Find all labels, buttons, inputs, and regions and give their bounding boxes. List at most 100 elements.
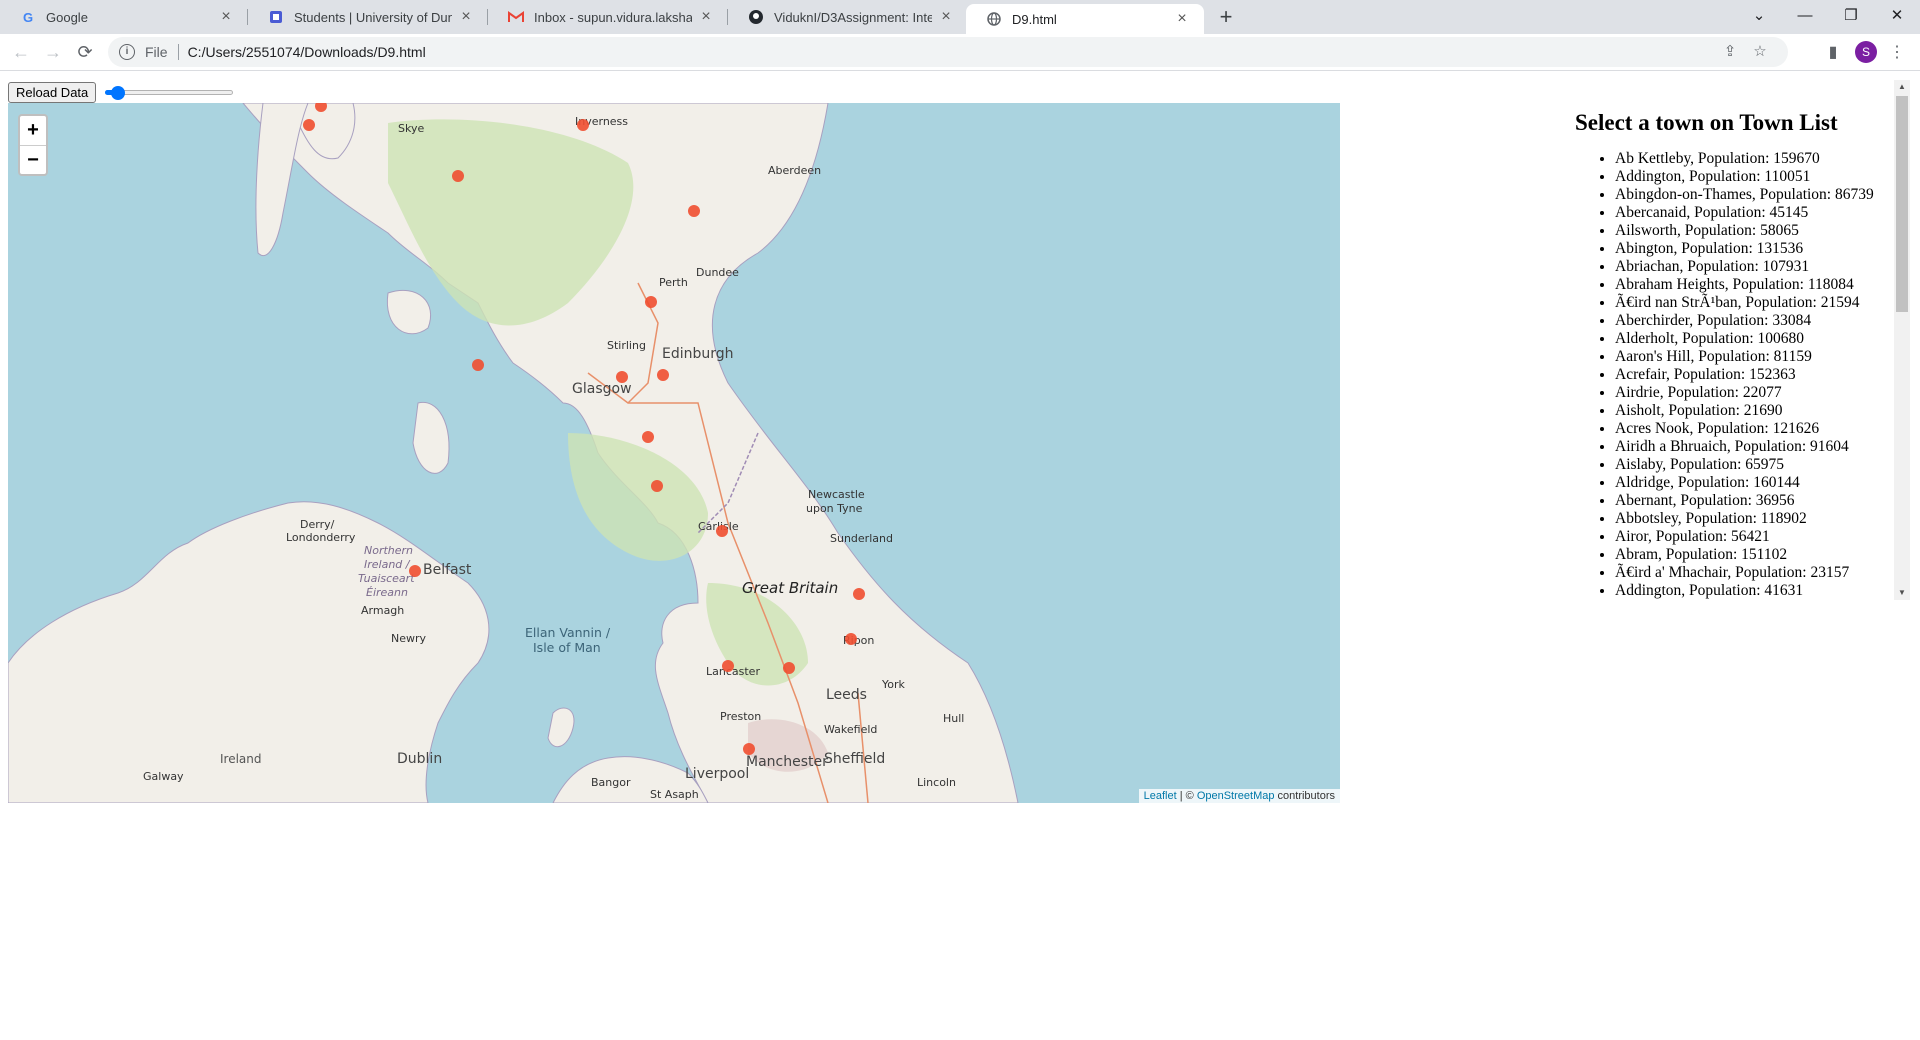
bookmark-star-icon[interactable]: ☆ — [1750, 42, 1770, 62]
town-list-item[interactable]: Abington, Population: 131536 — [1615, 240, 1894, 258]
github-icon — [748, 9, 764, 25]
town-marker[interactable] — [722, 660, 734, 672]
town-marker[interactable] — [642, 431, 654, 443]
town-list-item[interactable]: Aislaby, Population: 65975 — [1615, 456, 1894, 474]
zoom-out-button[interactable]: − — [20, 146, 46, 175]
town-list-item[interactable]: Acrefair, Population: 152363 — [1615, 366, 1894, 384]
osm-link[interactable]: OpenStreetMap — [1197, 790, 1275, 802]
town-marker[interactable] — [716, 525, 728, 537]
town-list-item[interactable]: Aldridge, Population: 160144 — [1615, 474, 1894, 492]
map[interactable]: Skye Inverness Aberdeen Dundee Perth Sti… — [8, 103, 1340, 803]
map-label-sunderland: Sunderland — [830, 532, 893, 545]
town-marker[interactable] — [651, 480, 663, 492]
town-list-item[interactable]: Airor, Population: 56421 — [1615, 528, 1894, 546]
town-marker[interactable] — [409, 565, 421, 577]
info-icon[interactable]: i — [119, 44, 135, 60]
town-marker[interactable] — [783, 662, 795, 674]
map-label-newcastle: Newcastle — [808, 488, 865, 501]
town-list-scrollbar[interactable]: ▲ ▼ — [1894, 80, 1910, 600]
forward-arrow-icon[interactable]: → — [39, 38, 67, 66]
town-marker[interactable] — [853, 588, 865, 600]
town-list-item[interactable]: Abriachan, Population: 107931 — [1615, 258, 1894, 276]
tab-google[interactable]: G Google × — [0, 0, 248, 34]
town-marker[interactable] — [452, 170, 464, 182]
slider-thumb[interactable] — [110, 86, 125, 100]
town-marker[interactable] — [303, 119, 315, 131]
reload-data-button[interactable]: Reload Data — [8, 82, 97, 103]
mull-island — [386, 289, 432, 335]
town-list-item[interactable]: Ã€ird a' Mhachair, Population: 23157 — [1615, 564, 1894, 582]
scrollbar-thumb[interactable] — [1896, 96, 1908, 312]
close-tab-icon[interactable]: × — [218, 8, 234, 26]
tab-gmail[interactable]: Inbox - supun.vidura.lakshan@gm... × — [488, 0, 728, 34]
tab-title: D9.html — [1012, 11, 1057, 27]
menu-kebab-icon[interactable]: ⋮ — [1886, 42, 1908, 64]
new-tab-button[interactable]: + — [1212, 6, 1240, 30]
tab-dundee[interactable]: Students | University of Dundee, ... × — [248, 0, 488, 34]
town-list-item[interactable]: Abbotsley, Population: 118902 — [1615, 510, 1894, 528]
close-tab-icon[interactable]: × — [1174, 10, 1190, 28]
restore-button[interactable]: ❐ — [1828, 0, 1874, 30]
address-divider — [177, 44, 179, 60]
side-panel-icon[interactable]: ▮ — [1822, 42, 1844, 64]
town-list-item[interactable]: Acres Nook, Population: 121626 — [1615, 420, 1894, 438]
town-list-item[interactable]: Airdrie, Population: 22077 — [1615, 384, 1894, 402]
town-list-panel[interactable]: Select a town on Town List Ab Kettleby, … — [1560, 80, 1894, 600]
slider[interactable] — [105, 86, 233, 100]
globe-icon — [986, 11, 1002, 27]
town-list-item[interactable]: Airidh a Bhruaich, Population: 91604 — [1615, 438, 1894, 456]
close-tab-icon[interactable]: × — [698, 8, 714, 26]
town-list-item[interactable]: Ab Kettleby, Population: 159670 — [1615, 150, 1894, 168]
close-tab-icon[interactable]: × — [458, 8, 474, 26]
town-list-item[interactable]: Abernant, Population: 36956 — [1615, 492, 1894, 510]
town-list-item[interactable]: Ailsworth, Population: 58065 — [1615, 222, 1894, 240]
town-list-item[interactable]: Aberchirder, Population: 33084 — [1615, 312, 1894, 330]
tab-title: ViduknI/D3Assignment: Interacti... — [774, 9, 932, 25]
minimize-button[interactable]: — — [1782, 0, 1828, 30]
town-list-item[interactable]: Abingdon-on-Thames, Population: 86739 — [1615, 186, 1894, 204]
town-marker[interactable] — [577, 119, 589, 131]
map-label-northern-ireland-3: Tuaisceart — [358, 572, 415, 585]
profile-avatar[interactable]: S — [1855, 41, 1877, 63]
tab-search-icon[interactable]: ⌄ — [1736, 0, 1782, 30]
town-marker[interactable] — [743, 743, 755, 755]
address-bar[interactable]: i File C:/Users/2551074/Downloads/D9.htm… — [108, 37, 1788, 67]
town-marker[interactable] — [616, 371, 628, 383]
back-arrow-icon[interactable]: ← — [7, 38, 35, 66]
map-label-sheffield: Sheffield — [824, 751, 885, 767]
map-label-manchester: Manchester — [746, 754, 828, 770]
tab-title: Google — [46, 9, 88, 25]
leaflet-link[interactable]: Leaflet — [1144, 790, 1177, 802]
town-marker[interactable] — [472, 359, 484, 371]
town-marker[interactable] — [645, 296, 657, 308]
town-list-item[interactable]: Aaron's Hill, Population: 81159 — [1615, 348, 1894, 366]
map-label-hull: Hull — [943, 712, 964, 725]
map-label-edinburgh: Edinburgh — [662, 346, 734, 362]
town-marker[interactable] — [845, 633, 857, 645]
town-list-item[interactable]: Abraham Heights, Population: 118084 — [1615, 276, 1894, 294]
town-list-item[interactable]: Addington, Population: 41631 — [1615, 582, 1894, 600]
town-list-item[interactable]: Aisholt, Population: 21690 — [1615, 402, 1894, 420]
town-marker[interactable] — [688, 205, 700, 217]
town-list-item[interactable]: Abercanaid, Population: 45145 — [1615, 204, 1894, 222]
share-icon[interactable]: ⇪ — [1720, 42, 1740, 62]
map-attribution: Leaflet | © OpenStreetMap contributors — [1138, 789, 1340, 803]
town-list-item[interactable]: Ã€ird nan StrÃ¹ban, Population: 21594 — [1615, 294, 1894, 312]
map-label-newcastle-2: upon Tyne — [806, 502, 863, 515]
gmail-icon — [508, 9, 524, 25]
scroll-up-arrow-icon[interactable]: ▲ — [1894, 80, 1910, 94]
town-marker[interactable] — [657, 369, 669, 381]
zoom-in-button[interactable]: + — [20, 116, 46, 146]
town-list-item[interactable]: Addington, Population: 110051 — [1615, 168, 1894, 186]
close-window-button[interactable]: ✕ — [1874, 0, 1920, 30]
tab-github[interactable]: ViduknI/D3Assignment: Interacti... × — [728, 0, 968, 34]
map-label-newry: Newry — [391, 632, 427, 645]
town-list-item[interactable]: Alderholt, Population: 100680 — [1615, 330, 1894, 348]
town-list: Ab Kettleby, Population: 159670Addington… — [1560, 150, 1894, 600]
reload-icon[interactable]: ⟳ — [71, 38, 99, 66]
tab-d9[interactable]: D9.html × — [966, 4, 1204, 34]
map-label-perth: Perth — [659, 276, 688, 289]
close-tab-icon[interactable]: × — [938, 8, 954, 26]
scroll-down-arrow-icon[interactable]: ▼ — [1894, 586, 1910, 600]
town-list-item[interactable]: Abram, Population: 151102 — [1615, 546, 1894, 564]
